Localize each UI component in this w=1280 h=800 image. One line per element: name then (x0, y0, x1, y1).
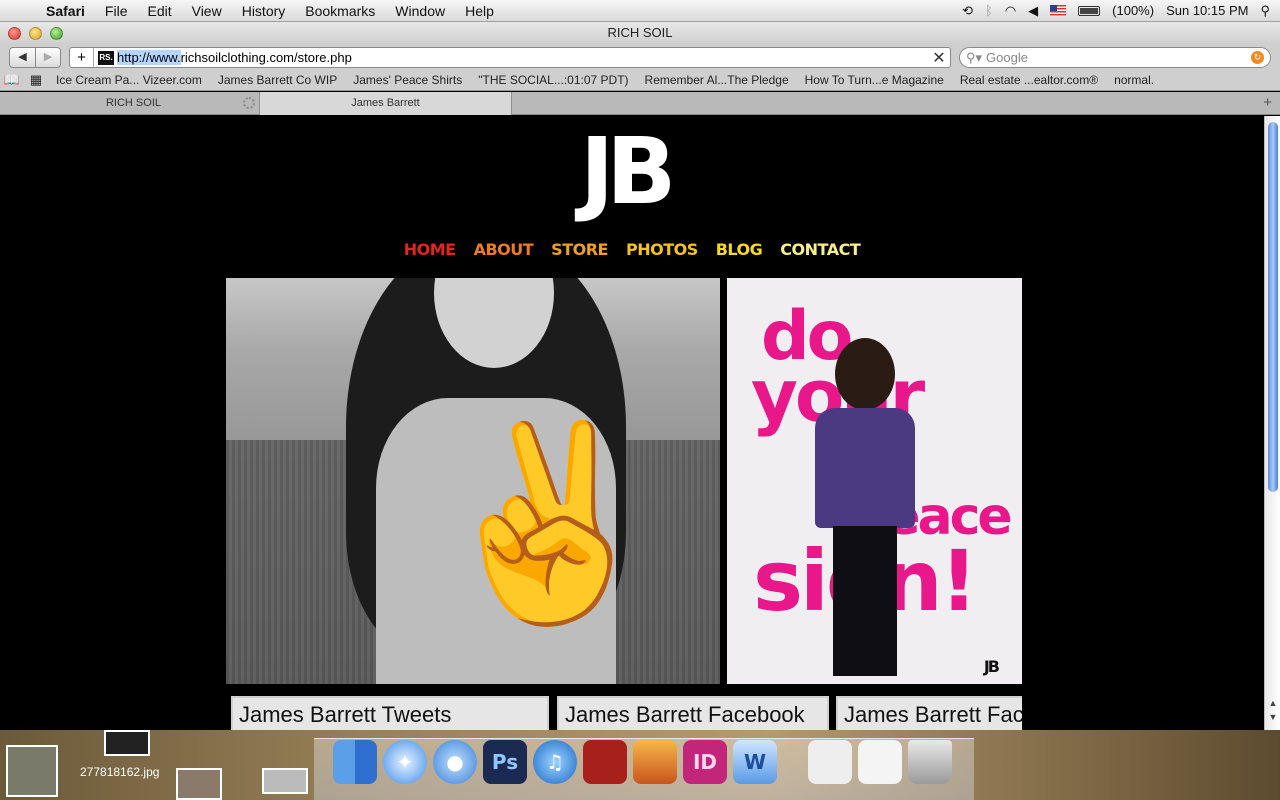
spotlight-icon[interactable]: ⚲ (1260, 3, 1270, 19)
itunes-icon[interactable]: ♫ (533, 740, 577, 784)
indesign-doc-icon[interactable] (808, 740, 852, 784)
nav-home[interactable]: HOME (404, 240, 456, 259)
search-field[interactable]: ⚲▾ Google ↻ (959, 47, 1271, 68)
site-nav: HOME ABOUT STORE PHOTOS BLOG CONTACT (0, 240, 1264, 259)
scrollbar-thumb[interactable] (1268, 122, 1278, 492)
back-button[interactable]: ◀ (10, 48, 35, 67)
bookmark-item[interactable]: Real estate ...ealtor.com® (952, 73, 1106, 87)
poster-model-head (835, 338, 895, 410)
forward-button[interactable]: ▶ (35, 48, 60, 67)
tweets-widget[interactable]: James Barrett Tweets (231, 696, 549, 730)
close-window-button[interactable] (8, 27, 21, 40)
desktop-file-thumbnail[interactable] (104, 730, 150, 756)
bookmark-item[interactable]: James' Peace Shirts (345, 73, 470, 87)
battery-icon[interactable] (1078, 5, 1101, 16)
menu-edit[interactable]: Edit (137, 3, 181, 19)
scroll-arrows-icon[interactable]: ▲ ▼ (1265, 690, 1280, 730)
desktop-file-thumbnail[interactable] (6, 745, 58, 797)
vertical-scrollbar[interactable]: ▲ ▼ (1264, 116, 1280, 730)
trash-icon[interactable] (908, 740, 952, 784)
nav-store[interactable]: STORE (551, 240, 608, 259)
bookmarks-bar: 📖 ▦ Ice Cream Pa... Vizeer.com James Bar… (0, 70, 1280, 91)
indesign-icon[interactable]: ID (683, 740, 727, 784)
desktop-file-thumbnail[interactable] (262, 768, 308, 794)
bookmark-item[interactable]: normal. (1106, 73, 1162, 87)
word-icon[interactable]: W (733, 740, 777, 784)
show-bookmarks-icon[interactable]: 📖 (0, 72, 24, 88)
peace-sign-poster: do your peace sign! JB (727, 278, 1022, 684)
poster-model-torso (815, 408, 915, 528)
wifi-icon[interactable]: ◠ (1005, 3, 1016, 19)
address-bar[interactable]: + RS. http://www.richsoilclothing.com/st… (69, 47, 951, 68)
menu-history[interactable]: History (232, 3, 296, 19)
time-machine-icon[interactable]: ⟲ (962, 3, 973, 19)
menu-bookmarks[interactable]: Bookmarks (295, 3, 385, 19)
window-title: RICH SOIL (607, 25, 673, 40)
poster-model (805, 338, 925, 684)
photoshop-doc-icon[interactable] (858, 740, 902, 784)
peace-shirt-photo: ✌ (226, 278, 720, 684)
stop-loading-icon[interactable]: ✕ (928, 48, 950, 68)
mac-menubar: Safari File Edit View History Bookmarks … (0, 0, 1280, 22)
photoshop-icon[interactable]: Ps (483, 740, 527, 784)
nav-about[interactable]: ABOUT (474, 240, 534, 259)
top-sites-icon[interactable]: ▦ (24, 72, 48, 88)
search-placeholder: Google (986, 50, 1028, 65)
logo-text: JB (580, 118, 676, 225)
desktop-file-label[interactable]: 277818162.jpg (80, 765, 159, 779)
tab-label: James Barrett (351, 97, 420, 109)
safari-icon[interactable]: ✦ (383, 740, 427, 784)
url-rest-text: richsoilclothing.com/store.php (180, 50, 352, 65)
nav-contact[interactable]: CONTACT (780, 240, 860, 259)
iphoto-icon[interactable] (633, 740, 677, 784)
add-bookmark-icon[interactable]: + (70, 48, 94, 67)
finder-icon[interactable] (333, 740, 377, 784)
poster-logo-mark: JB (983, 657, 1000, 676)
window-titlebar: RICH SOIL (0, 22, 1280, 44)
social-widgets: James Barrett Tweets James Barrett Faceb… (226, 692, 1022, 730)
input-source-flag-icon[interactable] (1050, 5, 1067, 16)
menu-app-name[interactable]: Safari (36, 3, 95, 19)
bookmark-item[interactable]: "THE SOCIAL...:01:07 PDT) (470, 73, 636, 87)
site-favicon: RS. (98, 50, 114, 65)
bookmark-item[interactable]: Ice Cream Pa... Vizeer.com (48, 73, 210, 87)
peace-hand-graphic-icon: ✌ (409, 398, 680, 648)
bookmark-item[interactable]: How To Turn...e Magazine (797, 73, 952, 87)
menu-file[interactable]: File (95, 3, 138, 19)
ichat-icon[interactable]: ● (433, 740, 477, 784)
url-selected-text: http://www. (117, 50, 181, 65)
zoom-window-button[interactable] (50, 27, 63, 40)
desktop-file-thumbnail[interactable] (176, 768, 222, 800)
tab-label: RICH SOIL (105, 97, 161, 109)
facebook-widget[interactable]: James Barrett Facebook (557, 696, 829, 730)
tab-james-barrett[interactable]: James Barrett (260, 92, 512, 115)
minimize-window-button[interactable] (29, 27, 42, 40)
site-logo[interactable]: JB (566, 116, 714, 232)
web-page: JB HOME ABOUT STORE PHOTOS BLOG CONTACT … (0, 116, 1264, 730)
bookmark-item[interactable]: James Barrett Co WIP (210, 73, 345, 87)
snapback-icon[interactable]: ↻ (1251, 51, 1264, 64)
new-tab-button[interactable]: + (1263, 94, 1272, 111)
bookmark-item[interactable]: Remember Al...The Pledge (637, 73, 797, 87)
menu-window[interactable]: Window (385, 3, 455, 19)
menubar-clock[interactable]: Sun 10:15 PM (1166, 3, 1248, 18)
menu-view[interactable]: View (182, 3, 232, 19)
bluetooth-icon[interactable]: ᛒ (985, 3, 993, 18)
nav-blog[interactable]: BLOG (716, 240, 763, 259)
search-icon: ⚲▾ (966, 49, 983, 65)
tab-bar: RICH SOIL James Barrett + (0, 92, 1280, 115)
facebook-widget-2[interactable]: James Barrett Facebook (836, 696, 1022, 730)
poster-model-legs (833, 526, 897, 676)
nav-photos[interactable]: PHOTOS (626, 240, 698, 259)
volume-icon[interactable]: ◀ (1028, 3, 1038, 19)
battery-percent: (100%) (1112, 3, 1155, 18)
tab-rich-soil[interactable]: RICH SOIL (8, 92, 260, 115)
url-text[interactable]: http://www.richsoilclothing.com/store.ph… (117, 50, 928, 65)
menu-help[interactable]: Help (455, 3, 504, 19)
photo-booth-icon[interactable] (583, 740, 627, 784)
browser-toolbar: ◀ ▶ + RS. http://www.richsoilclothing.co… (0, 44, 1280, 70)
loading-spinner-icon (243, 97, 255, 109)
